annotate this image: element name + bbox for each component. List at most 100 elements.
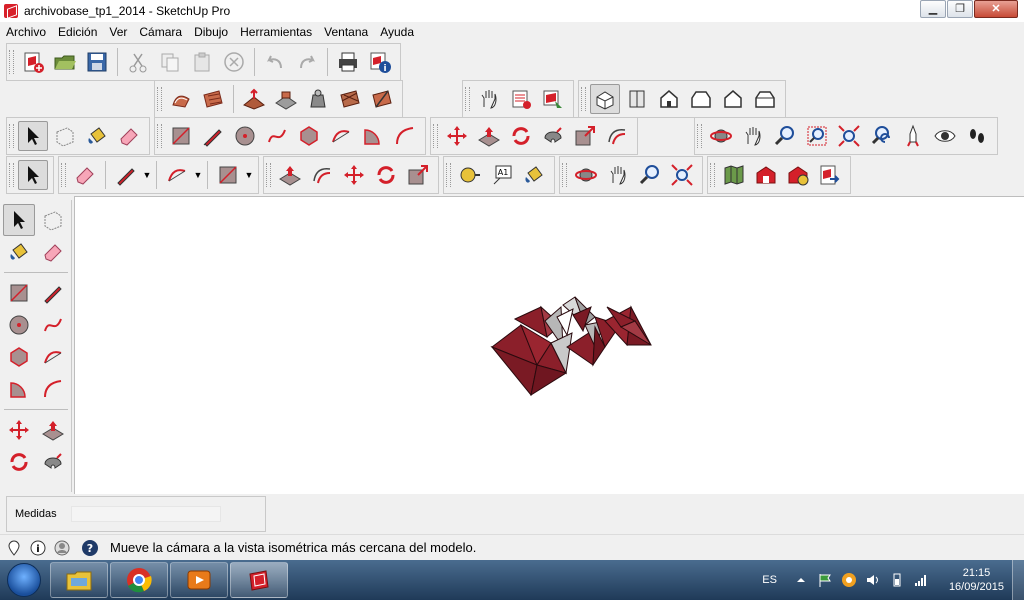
- make-component-icon[interactable]: [50, 121, 80, 151]
- paint-bucket-icon[interactable]: [82, 121, 112, 151]
- arc-tool-icon[interactable]: [162, 160, 192, 190]
- menu-archivo[interactable]: Archivo: [0, 25, 52, 39]
- eraser-icon-2[interactable]: [70, 160, 100, 190]
- smoove-icon[interactable]: [239, 84, 269, 114]
- select-arrow-icon-2[interactable]: [18, 160, 48, 190]
- cut-icon[interactable]: [123, 47, 153, 77]
- eraser-icon-left[interactable]: [37, 236, 69, 268]
- circle-icon-left[interactable]: [3, 309, 35, 341]
- line-pencil-icon[interactable]: [111, 160, 141, 190]
- look-around-icon[interactable]: [930, 121, 960, 151]
- help-question-icon[interactable]: ?: [80, 538, 100, 558]
- move-icon-left[interactable]: [3, 414, 35, 446]
- close-button[interactable]: ✕: [974, 0, 1018, 18]
- arc-dropdown-icon[interactable]: ▼: [193, 160, 203, 190]
- left-view-icon[interactable]: [750, 84, 780, 114]
- line-dropdown-icon[interactable]: ▼: [142, 160, 152, 190]
- offset-icon-2[interactable]: [307, 160, 337, 190]
- move-icon[interactable]: [442, 121, 472, 151]
- menu-herramientas[interactable]: Herramientas: [234, 25, 318, 39]
- menu-camara[interactable]: Cámara: [133, 25, 188, 39]
- photo-match-icon[interactable]: [538, 84, 568, 114]
- rectangle-tool-icon[interactable]: [213, 160, 243, 190]
- geolocation-pin-icon[interactable]: [4, 538, 24, 558]
- freehand-icon[interactable]: [262, 121, 292, 151]
- show-hidden-icons-icon[interactable]: [793, 572, 809, 588]
- rotate-icon[interactable]: [506, 121, 536, 151]
- dimension-text-icon[interactable]: A1: [487, 160, 517, 190]
- erase-delete-icon[interactable]: [219, 47, 249, 77]
- menu-edicion[interactable]: Edición: [52, 25, 103, 39]
- follow-me-icon[interactable]: [538, 121, 568, 151]
- select-arrow-icon-left[interactable]: [3, 204, 35, 236]
- rectangle-icon-left[interactable]: [3, 277, 35, 309]
- pan-hand-icon[interactable]: [738, 121, 768, 151]
- follow-me-icon-left[interactable]: [37, 446, 69, 478]
- top-view-icon[interactable]: [622, 84, 652, 114]
- tape-measure-icon[interactable]: [455, 160, 485, 190]
- arc-icon[interactable]: [326, 121, 356, 151]
- user-account-icon[interactable]: [52, 538, 72, 558]
- minimize-button[interactable]: ▁: [920, 0, 946, 18]
- taskbar-explorer[interactable]: [50, 562, 108, 598]
- hand-pan-icon[interactable]: [474, 84, 504, 114]
- polygon-icon-left[interactable]: [3, 341, 35, 373]
- scale-icon-2[interactable]: [403, 160, 433, 190]
- pencil-line-icon-left[interactable]: [37, 277, 69, 309]
- zoom-extents-icon[interactable]: [834, 121, 864, 151]
- sandbox-contours-icon[interactable]: [166, 84, 196, 114]
- offset-icon[interactable]: [602, 121, 632, 151]
- orbit-icon-2[interactable]: [571, 160, 601, 190]
- start-button[interactable]: [0, 560, 48, 600]
- sandbox-scratch-icon[interactable]: [198, 84, 228, 114]
- 3d-warehouse-icon[interactable]: [751, 160, 781, 190]
- open-folder-icon[interactable]: [50, 47, 80, 77]
- volume-icon[interactable]: [865, 572, 881, 588]
- walk-footprints-icon[interactable]: [962, 121, 992, 151]
- language-indicator[interactable]: ES: [762, 574, 777, 586]
- extension-warehouse-icon[interactable]: [783, 160, 813, 190]
- maximize-button[interactable]: ❐: [947, 0, 973, 18]
- paint-bucket-icon-left[interactable]: [3, 236, 35, 268]
- back-view-icon[interactable]: [718, 84, 748, 114]
- zoom-icon-2[interactable]: [635, 160, 665, 190]
- add-detail-icon[interactable]: [335, 84, 365, 114]
- print-icon[interactable]: [333, 47, 363, 77]
- zoom-window-icon[interactable]: [802, 121, 832, 151]
- select-arrow-icon[interactable]: [18, 121, 48, 151]
- flip-edge-icon[interactable]: [367, 84, 397, 114]
- pan-hand-icon-2[interactable]: [603, 160, 633, 190]
- scale-icon[interactable]: [570, 121, 600, 151]
- shape-dropdown-icon[interactable]: ▼: [244, 160, 254, 190]
- pie-icon[interactable]: [358, 121, 388, 151]
- push-pull-icon-left[interactable]: [37, 414, 69, 446]
- right-view-icon[interactable]: [686, 84, 716, 114]
- make-component-icon-left[interactable]: [37, 204, 69, 236]
- eraser-icon[interactable]: [114, 121, 144, 151]
- model-viewport[interactable]: [74, 196, 1024, 494]
- new-file-icon[interactable]: [18, 47, 48, 77]
- menu-ayuda[interactable]: Ayuda: [374, 25, 420, 39]
- share-model-icon[interactable]: [815, 160, 845, 190]
- paint-bucket-icon-2[interactable]: [519, 160, 549, 190]
- network-signal-icon[interactable]: [913, 572, 929, 588]
- three-point-arc-icon-left[interactable]: [37, 373, 69, 405]
- walkthrough-doc-icon[interactable]: [506, 84, 536, 114]
- show-desktop-button[interactable]: [1012, 560, 1024, 600]
- pie-icon-left[interactable]: [3, 373, 35, 405]
- orbit-icon[interactable]: [706, 121, 736, 151]
- push-pull-icon[interactable]: [474, 121, 504, 151]
- freehand-icon-left[interactable]: [37, 309, 69, 341]
- move-icon-2[interactable]: [339, 160, 369, 190]
- iso-view-icon[interactable]: [590, 84, 620, 114]
- menu-ventana[interactable]: Ventana: [318, 25, 374, 39]
- polygon-icon[interactable]: [294, 121, 324, 151]
- copy-icon[interactable]: [155, 47, 185, 77]
- three-point-arc-icon[interactable]: [390, 121, 420, 151]
- antivirus-icon[interactable]: [841, 572, 857, 588]
- credits-info-icon[interactable]: i: [28, 538, 48, 558]
- arc-icon-left[interactable]: [37, 341, 69, 373]
- battery-icon[interactable]: [889, 572, 905, 588]
- rotate-icon-left[interactable]: [3, 446, 35, 478]
- rectangle-icon[interactable]: [166, 121, 196, 151]
